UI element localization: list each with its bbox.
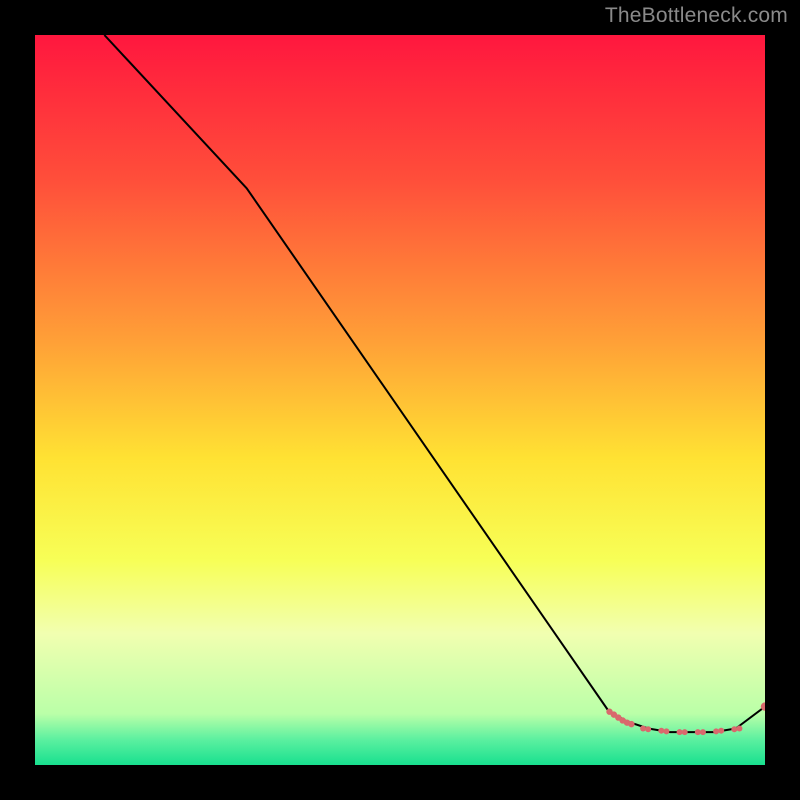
chart-stage: TheBottleneck.com bbox=[0, 0, 800, 800]
data-point bbox=[736, 726, 742, 732]
data-point bbox=[645, 726, 651, 732]
data-point bbox=[640, 726, 646, 732]
data-point bbox=[682, 729, 688, 735]
data-point bbox=[677, 729, 683, 735]
data-point bbox=[663, 728, 669, 734]
watermark-text: TheBottleneck.com bbox=[605, 4, 788, 28]
chart-svg bbox=[35, 35, 765, 765]
gradient-background bbox=[35, 35, 765, 765]
plot-area bbox=[35, 35, 765, 765]
data-point bbox=[731, 726, 737, 732]
data-point bbox=[695, 729, 701, 735]
data-point bbox=[628, 721, 634, 727]
data-point bbox=[658, 728, 664, 734]
data-point bbox=[700, 729, 706, 735]
data-point bbox=[718, 728, 724, 734]
data-point bbox=[713, 728, 719, 734]
